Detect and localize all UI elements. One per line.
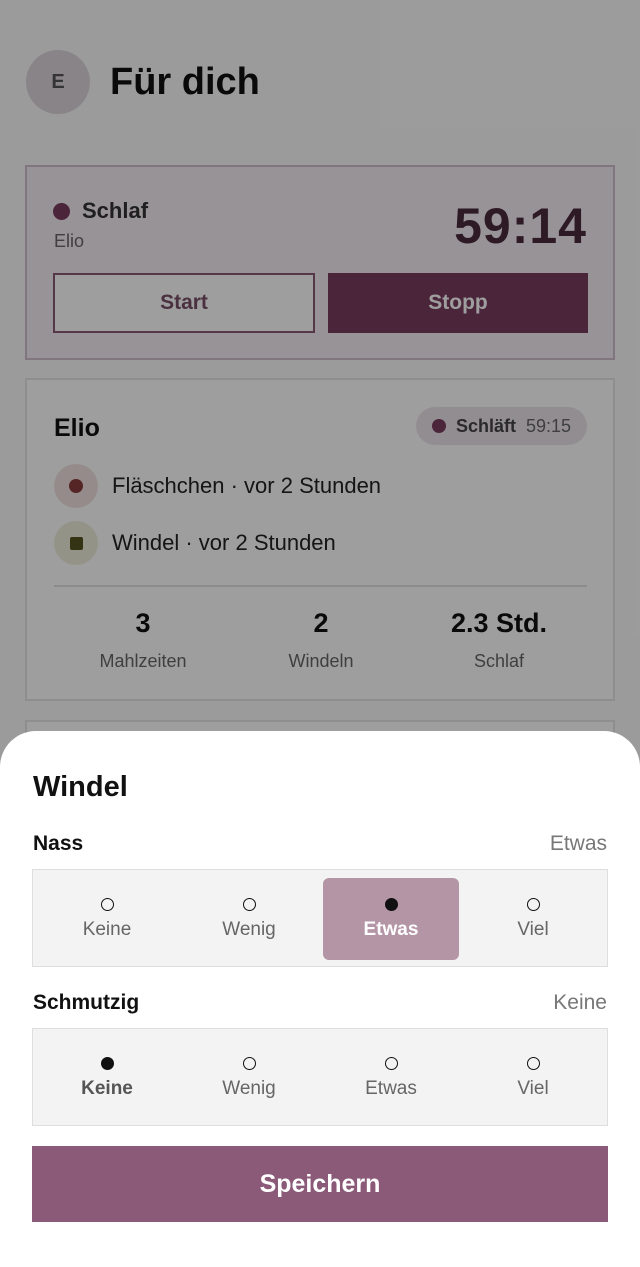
radio-icon	[100, 897, 114, 911]
wet-option-lots[interactable]: Viel	[465, 878, 601, 960]
wet-option-little[interactable]: Wenig	[181, 878, 317, 960]
dirty-option-none[interactable]: Keine	[39, 1037, 175, 1119]
dirty-segmented-control: Keine Wenig Etwas Viel	[32, 1028, 608, 1126]
radio-icon	[526, 1056, 540, 1070]
radio-icon	[384, 1056, 398, 1070]
radio-icon	[526, 897, 540, 911]
radio-selected-icon	[100, 1056, 114, 1070]
dirty-option-lots[interactable]: Viel	[465, 1037, 601, 1119]
wet-option-some[interactable]: Etwas	[323, 878, 459, 960]
wet-label: Nass	[33, 832, 84, 855]
option-label: Wenig	[222, 1077, 276, 1099]
dirty-option-some[interactable]: Etwas	[323, 1037, 459, 1119]
radio-selected-icon	[384, 897, 398, 911]
wet-value: Etwas	[549, 832, 607, 855]
wet-segmented-control: Keine Wenig Etwas Viel	[32, 869, 608, 967]
option-label: Etwas	[365, 1077, 417, 1099]
option-label: Wenig	[222, 918, 276, 940]
dirty-value: Keine	[553, 991, 607, 1014]
diaper-sheet: Windel Nass Etwas Keine Wenig Etwas Viel…	[0, 731, 640, 1267]
option-label: Keine	[82, 918, 132, 940]
option-label: Etwas	[363, 918, 419, 940]
sheet-title: Windel	[33, 771, 128, 803]
option-label: Viel	[517, 1077, 549, 1099]
radio-icon	[242, 897, 256, 911]
save-button[interactable]: Speichern	[32, 1146, 608, 1222]
radio-icon	[242, 1056, 256, 1070]
option-label: Keine	[81, 1077, 133, 1099]
dirty-option-little[interactable]: Wenig	[181, 1037, 317, 1119]
option-label: Viel	[517, 918, 549, 940]
wet-option-none[interactable]: Keine	[39, 878, 175, 960]
dirty-label: Schmutzig	[33, 991, 140, 1014]
